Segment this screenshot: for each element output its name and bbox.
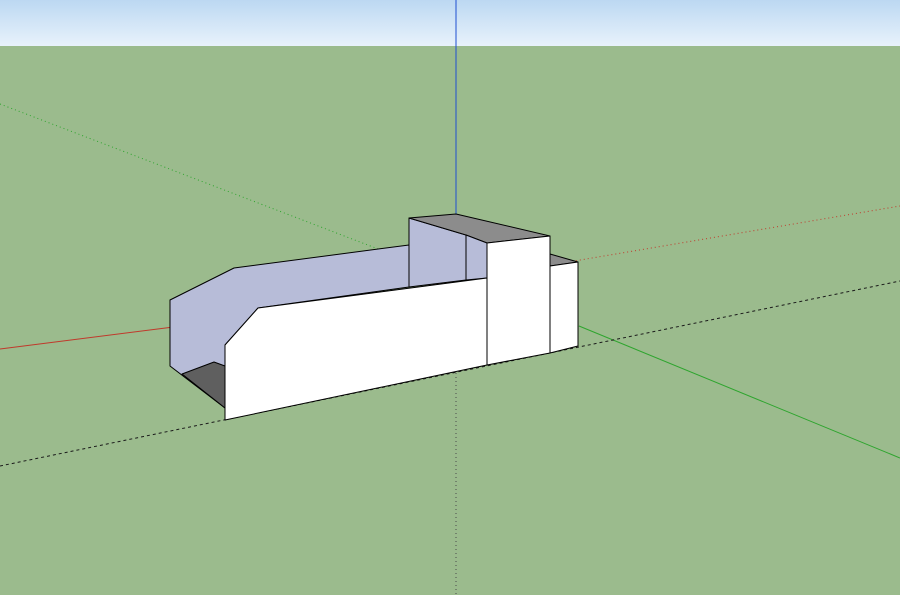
modeling-viewport[interactable] bbox=[0, 0, 900, 595]
sky bbox=[0, 0, 900, 46]
back-block-side-shadow bbox=[465, 234, 488, 281]
scene-canvas[interactable] bbox=[0, 0, 900, 595]
right-step-front bbox=[549, 261, 579, 354]
tower-front bbox=[486, 235, 551, 366]
